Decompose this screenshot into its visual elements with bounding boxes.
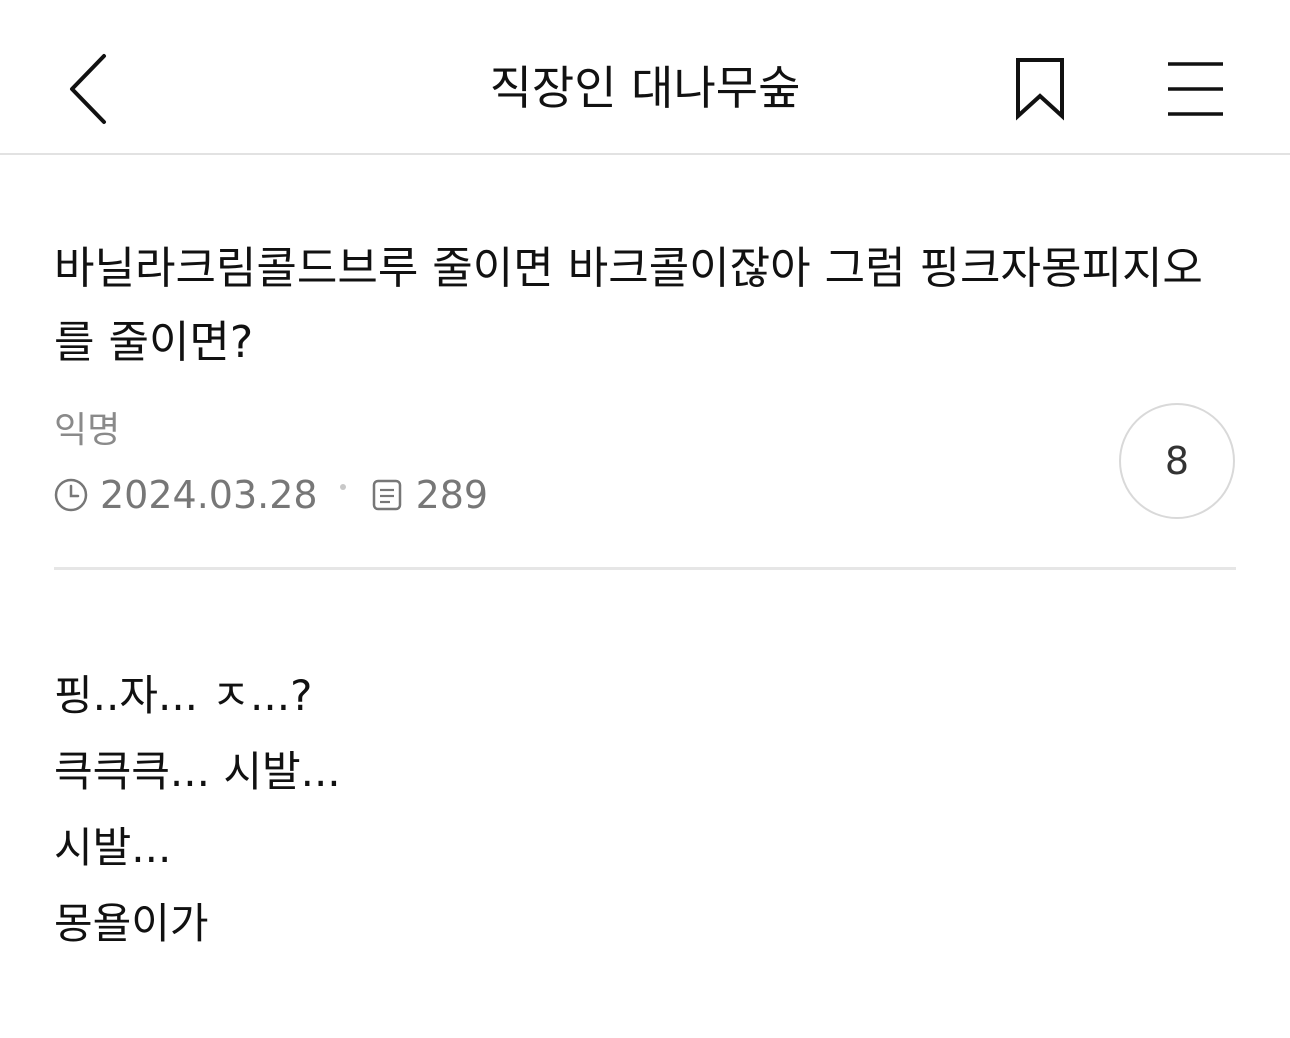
post-date: 2024.03.28 — [100, 473, 318, 517]
hamburger-menu-icon — [1168, 62, 1223, 116]
bookmark-icon — [1016, 58, 1064, 121]
post-view-count: 289 — [415, 473, 489, 517]
comment-count: 8 — [1164, 439, 1190, 483]
post-body-line: 큭큭큭... 시발... — [54, 747, 341, 796]
content-divider — [54, 567, 1236, 570]
comment-count-button[interactable]: 8 — [1119, 403, 1235, 519]
app-header: 직장인 대나무숲 — [0, 0, 1290, 155]
post-author: 익명 — [54, 410, 121, 451]
back-button[interactable] — [52, 44, 132, 134]
post-body-line: 핑..자... ㅈ...? — [54, 671, 313, 720]
post-body-line: 몽욜이가 — [54, 899, 209, 948]
clock-icon — [54, 478, 88, 512]
views-document-icon — [372, 479, 401, 511]
post-body: 핑..자... ㅈ...? 큭큭큭... 시발... 시발... 몽욜이가 — [54, 658, 1234, 962]
menu-button[interactable] — [1155, 52, 1235, 126]
post-title: 바닐라크림콜드브루 줄이면 바크콜이잖아 그럼 핑크자몽피지오를 줄이면? — [54, 243, 1203, 368]
post-meta: 2024.03.28 289 — [54, 470, 488, 520]
meta-separator-dot — [339, 484, 346, 490]
bookmark-button[interactable] — [1000, 48, 1080, 130]
post-body-line: 시발... — [54, 823, 172, 872]
page-title: 직장인 대나무숲 — [489, 61, 801, 115]
back-chevron-icon — [70, 54, 106, 124]
